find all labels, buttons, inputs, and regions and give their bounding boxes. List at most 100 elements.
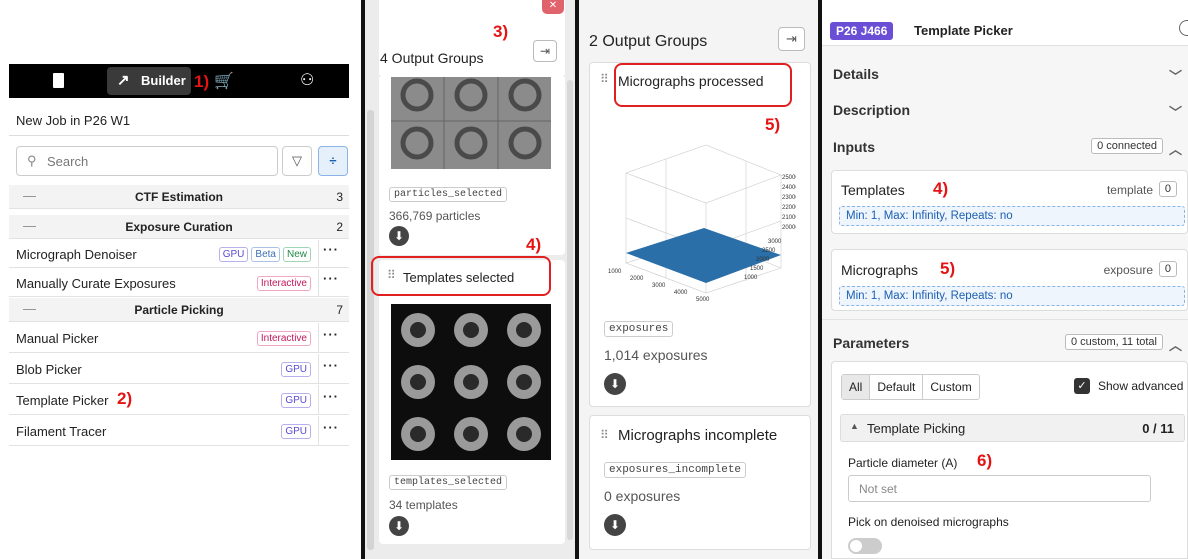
- slot-name: particles_selected: [389, 187, 508, 202]
- chevron-down-icon: ﹀: [1168, 69, 1182, 84]
- denoised-toggle[interactable]: [848, 538, 882, 554]
- plot-tick-label: 22000: [782, 205, 796, 211]
- input-slot-templates[interactable]: Templates 4) template 0 Min: 1, Max: Inf…: [831, 170, 1188, 234]
- job-manual-picker[interactable]: Manual Picker Interactive ···: [9, 323, 349, 353]
- job-label: Micrograph Denoiser: [16, 247, 137, 262]
- marker-5a: 5): [765, 115, 781, 134]
- template-thumbnails: [391, 304, 551, 460]
- more-options-icon[interactable]: ···: [323, 327, 339, 342]
- section-count: 0 / 11: [1142, 421, 1174, 436]
- marker-4a: 4): [526, 235, 542, 254]
- input-placeholder: Not set: [859, 482, 898, 496]
- output-groups-title: 2 Output Groups: [589, 33, 708, 50]
- more-options-icon[interactable]: ···: [323, 389, 339, 404]
- builder-tab[interactable]: ↗ Builder: [107, 67, 191, 95]
- new-badge: New: [282, 247, 311, 262]
- gpu-badge: GPU: [218, 247, 249, 262]
- inputs-label: Inputs: [833, 139, 875, 155]
- output-groups-panel-2: 2 Output Groups ⇥ ⠿ Micrographs processe…: [579, 0, 818, 559]
- inputs-section-header[interactable]: Inputs 0 connected ︿: [833, 138, 1188, 157]
- marker-2: 2): [117, 389, 133, 408]
- hierarchy-icon[interactable]: ⚇: [300, 70, 314, 90]
- plot-tick-label: 1000: [608, 269, 622, 275]
- filter-all-button[interactable]: All: [842, 375, 871, 399]
- surface-plane: [626, 228, 781, 283]
- close-icon[interactable]: ✕: [542, 0, 564, 14]
- category-ctf-estimation[interactable]: — CTF Estimation 3: [9, 185, 349, 209]
- search-icon: ⚲: [27, 153, 37, 168]
- more-options-icon[interactable]: ···: [323, 420, 339, 435]
- caret-up-icon: ▲: [850, 421, 859, 431]
- input-slot-micrographs[interactable]: Micrographs 5) exposure 0 Min: 1, Max: I…: [831, 249, 1188, 311]
- filter-button[interactable]: ▽: [282, 146, 312, 176]
- plot-tick-label: 1000: [744, 275, 758, 281]
- download-icon[interactable]: ⬇: [389, 226, 409, 246]
- download-icon[interactable]: ⬇: [604, 514, 626, 536]
- highlight-templates-selected: [371, 256, 551, 296]
- input-label: Templates: [841, 182, 905, 198]
- job-label: Blob Picker: [16, 362, 82, 377]
- group-count: 0 exposures: [604, 488, 681, 504]
- close-circle-icon[interactable]: [1179, 20, 1188, 36]
- more-options-icon[interactable]: ···: [323, 242, 339, 257]
- category-count: 7: [336, 303, 343, 317]
- filter-default-button[interactable]: Default: [870, 375, 924, 399]
- param-label: Pick on denoised micrographs: [848, 515, 1009, 529]
- job-template-picker[interactable]: Template Picker 2) GPU ···: [9, 385, 349, 415]
- cart-icon[interactable]: 🛒: [214, 71, 234, 91]
- drag-handle-icon[interactable]: ⠿: [600, 428, 609, 442]
- particle-diameter-input[interactable]: Not set: [848, 475, 1151, 502]
- plot-tick-label: 24000: [782, 185, 796, 191]
- group-count: 366,769 particles: [389, 209, 481, 223]
- document-icon[interactable]: [53, 73, 64, 88]
- more-options-icon[interactable]: ···: [323, 358, 339, 373]
- job-label: Template Picker: [16, 393, 109, 408]
- download-icon[interactable]: ⬇: [604, 373, 626, 395]
- input-type: exposure: [1103, 263, 1153, 277]
- scrollbar[interactable]: [367, 110, 374, 550]
- input-label: Micrographs: [841, 262, 919, 278]
- parameters-body: All Default Custom ✓ Show advanced ▲ Tem…: [831, 361, 1188, 559]
- plot-tick-label: 2000: [756, 257, 770, 263]
- surface-plot: 25000 24000 23000 22000 21000 20000 1000 2000 3…: [608, 144, 796, 303]
- hammer-icon: ↗: [117, 72, 130, 89]
- scrollbar-right[interactable]: [567, 80, 573, 540]
- job-manually-curate-exposures[interactable]: Manually Curate Exposures Interactive ··…: [9, 269, 349, 297]
- description-label: Description: [833, 102, 911, 118]
- category-label: Exposure Curation: [125, 220, 233, 234]
- search-input[interactable]: ⚲ Search: [16, 146, 278, 176]
- plot-tick-label: 23000: [782, 195, 796, 201]
- input-count: 0: [1158, 261, 1177, 277]
- more-options-icon[interactable]: ···: [323, 271, 339, 286]
- marker-4b: 4): [933, 179, 949, 198]
- output-group-particles: particles_selected 366,769 particles ⬇: [379, 75, 565, 255]
- parameter-filter-group: All Default Custom: [841, 374, 980, 400]
- output-groups-panel-4: ✕ 3) 4 Output Groups ⇥ particles_selecte…: [365, 0, 575, 559]
- drag-handle-icon[interactable]: ⠿: [600, 72, 609, 86]
- particle-thumbnails: [391, 77, 551, 169]
- download-icon[interactable]: ⬇: [389, 516, 409, 536]
- filter-custom-button[interactable]: Custom: [923, 375, 978, 399]
- job-blob-picker[interactable]: Blob Picker GPU ···: [9, 354, 349, 384]
- plot-tick-label: 2500: [762, 248, 776, 254]
- chevron-down-icon: ﹀: [1168, 105, 1182, 120]
- job-id-badge[interactable]: P26 J466: [830, 22, 894, 40]
- builder-tab-label: Builder: [141, 73, 186, 88]
- slot-name: templates_selected: [389, 475, 508, 490]
- expand-collapse-button[interactable]: ÷: [318, 146, 348, 176]
- parameters-section-header[interactable]: Parameters 0 custom, 11 total ︿: [833, 334, 1188, 353]
- category-exposure-curation[interactable]: — Exposure Curation 2: [9, 215, 349, 239]
- job-label: Manual Picker: [16, 331, 99, 346]
- template-picking-section[interactable]: ▲ Template Picking 0 / 11: [840, 414, 1185, 442]
- description-section-header[interactable]: Description ﹀: [833, 102, 1188, 120]
- export-icon[interactable]: ⇥: [533, 40, 557, 62]
- export-icon[interactable]: ⇥: [778, 27, 805, 51]
- category-particle-picking[interactable]: — Particle Picking 7: [9, 298, 349, 322]
- show-advanced-checkbox[interactable]: ✓: [1074, 378, 1090, 394]
- job-filament-tracer[interactable]: Filament Tracer GPU ···: [9, 416, 349, 446]
- details-section-header[interactable]: Details ﹀: [833, 66, 1188, 84]
- job-micrograph-denoiser[interactable]: Micrograph Denoiser GPU Beta New ···: [9, 240, 349, 268]
- input-count: 0: [1158, 181, 1177, 197]
- plot-tick-label: 4000: [674, 290, 688, 296]
- output-group-templates: 4) ⠿ Templates selected templates_select…: [371, 235, 565, 544]
